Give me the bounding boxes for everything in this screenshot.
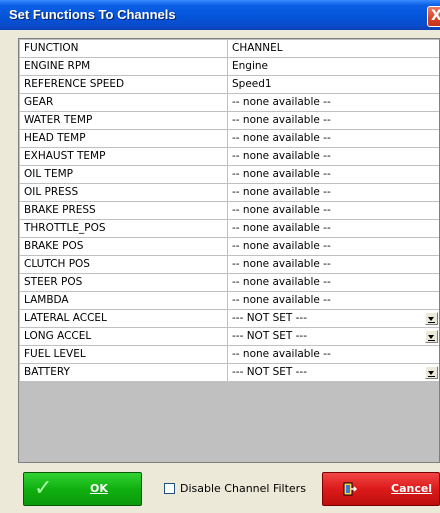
channel-cell[interactable]: -- none available -- [227,219,439,238]
window-title: Set Functions To Channels [9,7,176,22]
function-cell: OIL TEMP [19,165,228,184]
table-row[interactable]: OIL PRESS -- none available -- [19,183,439,202]
table-row[interactable]: BRAKE PRESS -- none available -- [19,201,439,220]
channel-value: -- none available -- [232,150,331,162]
channel-cell[interactable]: -- none available -- [227,111,439,130]
channel-cell[interactable]: -- none available -- [227,129,439,148]
function-cell: BRAKE POS [19,237,228,256]
close-icon: X [431,8,440,24]
function-column-header: FUNCTION [19,39,228,58]
channel-cell[interactable]: -- none available -- [227,345,439,364]
table-row[interactable]: REFERENCE SPEED Speed1 [19,75,439,94]
disable-channel-filters-label: Disable Channel Filters [180,482,306,495]
function-cell: WATER TEMP [19,111,228,130]
function-cell: LAMBDA [19,291,228,310]
channel-value: -- none available -- [232,96,331,108]
channel-cell[interactable]: -- none available -- [227,183,439,202]
table-header-row: FUNCTION CHANNEL [19,39,439,58]
table-row[interactable]: THROTTLE_POS -- none available -- [19,219,439,238]
channel-value: -- none available -- [232,132,331,144]
channel-value: --- NOT SET --- [232,312,307,324]
dropdown-arrow-icon[interactable] [425,366,438,379]
table-row[interactable]: CLUTCH POS -- none available -- [19,255,439,274]
channel-value: -- none available -- [232,294,331,306]
channel-cell[interactable]: -- none available -- [227,255,439,274]
channel-cell[interactable]: -- none available -- [227,165,439,184]
channel-value: -- none available -- [232,240,331,252]
function-cell: STEER POS [19,273,228,292]
disable-channel-filters-option[interactable]: Disable Channel Filters [164,482,306,495]
channel-cell[interactable]: -- none available -- [227,237,439,256]
function-cell: FUEL LEVEL [19,345,228,364]
table-row[interactable]: LAMBDA -- none available -- [19,291,439,310]
channel-value: -- none available -- [232,258,331,270]
channel-value: --- NOT SET --- [232,330,307,342]
channel-cell[interactable]: --- NOT SET --- [227,363,439,382]
table-row[interactable]: WATER TEMP -- none available -- [19,111,439,130]
dialog-button-bar: ✓ OK Disable Channel Filters Cancel [18,470,440,510]
exit-door-icon [343,482,357,496]
table-row[interactable]: HEAD TEMP -- none available -- [19,129,439,148]
channel-value: --- NOT SET --- [232,366,307,378]
dropdown-arrow-icon[interactable] [425,330,438,343]
function-cell: LATERAL ACCEL [19,309,228,328]
function-cell: ENGINE RPM [19,57,228,76]
ok-button-label: OK [90,482,108,495]
table-row[interactable]: LONG ACCEL --- NOT SET --- [19,327,439,346]
channel-cell[interactable]: --- NOT SET --- [227,309,439,328]
table-row[interactable]: ENGINE RPM Engine [19,57,439,76]
channel-value: -- none available -- [232,114,331,126]
checkmark-icon: ✓ [34,476,53,501]
function-cell: CLUTCH POS [19,255,228,274]
channel-cell[interactable]: -- none available -- [227,147,439,166]
channel-value: -- none available -- [232,204,331,216]
channel-value: -- none available -- [232,222,331,234]
function-cell: EXHAUST TEMP [19,147,228,166]
function-cell: HEAD TEMP [19,129,228,148]
function-channel-table: FUNCTION CHANNEL ENGINE RPM Engine REFEREN… [19,39,439,382]
function-channel-grid: FUNCTION CHANNEL ENGINE RPM Engine REFEREN… [18,38,440,463]
dropdown-arrow-icon[interactable] [425,312,438,325]
cancel-button[interactable]: Cancel [322,472,440,506]
channel-value: -- none available -- [232,168,331,180]
cancel-button-label: Cancel [391,482,433,495]
function-cell: GEAR [19,93,228,112]
channel-value: -- none available -- [232,276,331,288]
function-cell: OIL PRESS [19,183,228,202]
ok-button[interactable]: ✓ OK [23,472,142,506]
function-cell: BRAKE PRESS [19,201,228,220]
function-cell: THROTTLE_POS [19,219,228,238]
channel-value: Speed1 [232,78,272,90]
channel-cell[interactable]: -- none available -- [227,291,439,310]
table-row[interactable]: OIL TEMP -- none available -- [19,165,439,184]
channel-cell[interactable]: -- none available -- [227,201,439,220]
channel-value: -- none available -- [232,348,331,360]
table-row[interactable]: EXHAUST TEMP -- none available -- [19,147,439,166]
table-row[interactable]: STEER POS -- none available -- [19,273,439,292]
close-button[interactable]: X [427,6,440,27]
channel-cell[interactable]: Speed1 [227,75,439,94]
channel-cell[interactable]: --- NOT SET --- [227,327,439,346]
channel-cell[interactable]: -- none available -- [227,273,439,292]
channel-cell[interactable]: Engine [227,57,439,76]
table-row[interactable]: BRAKE POS -- none available -- [19,237,439,256]
channel-value: -- none available -- [232,186,331,198]
function-cell: LONG ACCEL [19,327,228,346]
function-cell: BATTERY [19,363,228,382]
disable-channel-filters-checkbox[interactable] [164,483,175,494]
table-row[interactable]: FUEL LEVEL -- none available -- [19,345,439,364]
function-cell: REFERENCE SPEED [19,75,228,94]
channel-cell[interactable]: -- none available -- [227,93,439,112]
title-bar[interactable]: Set Functions To Channels X [0,0,440,30]
table-row[interactable]: LATERAL ACCEL --- NOT SET --- [19,309,439,328]
table-row[interactable]: GEAR -- none available -- [19,93,439,112]
channel-value: Engine [232,60,268,72]
set-functions-dialog: Set Functions To Channels X FUNCTION CHA… [0,0,440,513]
table-row[interactable]: BATTERY --- NOT SET --- [19,363,439,382]
channel-column-header: CHANNEL [227,39,439,58]
